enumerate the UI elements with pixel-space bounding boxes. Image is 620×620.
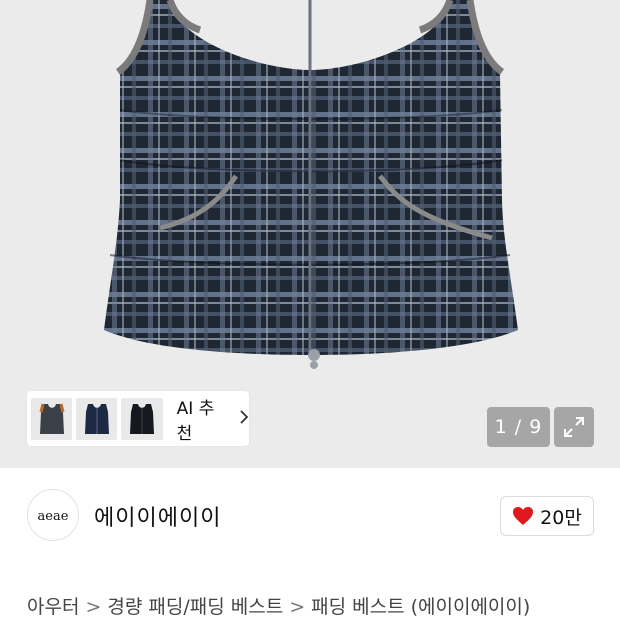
breadcrumb-item-padding[interactable]: 경량 패딩/패딩 베스트 [107, 596, 283, 618]
breadcrumb: 아우터 > 경량 패딩/패딩 베스트 > 패딩 베스트 (에이이에이이) [27, 592, 530, 619]
product-image-gallery[interactable]: AI 추천 1 / 9 [0, 0, 620, 468]
vest-black-thumb[interactable] [121, 397, 163, 440]
vest-orange-thumb[interactable] [31, 397, 73, 440]
breadcrumb-item-vest[interactable]: 패딩 베스트 (에이이에이이) [311, 596, 530, 618]
chevron-right-icon: > [289, 596, 306, 618]
brand-name[interactable]: 에이이에이이 [94, 500, 221, 532]
expand-icon [564, 417, 584, 437]
ai-recommend-panel[interactable]: AI 추천 [27, 391, 249, 446]
image-counter: 1 / 9 [487, 407, 550, 447]
brand-row: aeae 에이이에이이 20만 [0, 468, 620, 558]
like-count: 20만 [540, 506, 582, 529]
ai-recommend-label[interactable]: AI 추천 [177, 394, 229, 444]
heart-icon [513, 507, 534, 525]
vest-navy-thumb[interactable] [76, 397, 118, 440]
breadcrumb-item-outer[interactable]: 아우터 [27, 596, 79, 618]
expand-button[interactable] [554, 407, 594, 447]
brand-logo[interactable]: aeae [27, 489, 79, 541]
chevron-right-icon [239, 408, 249, 429]
svg-text:aeae: aeae [38, 509, 69, 524]
like-button[interactable]: 20만 [500, 496, 594, 536]
chevron-right-icon: > [85, 596, 102, 618]
